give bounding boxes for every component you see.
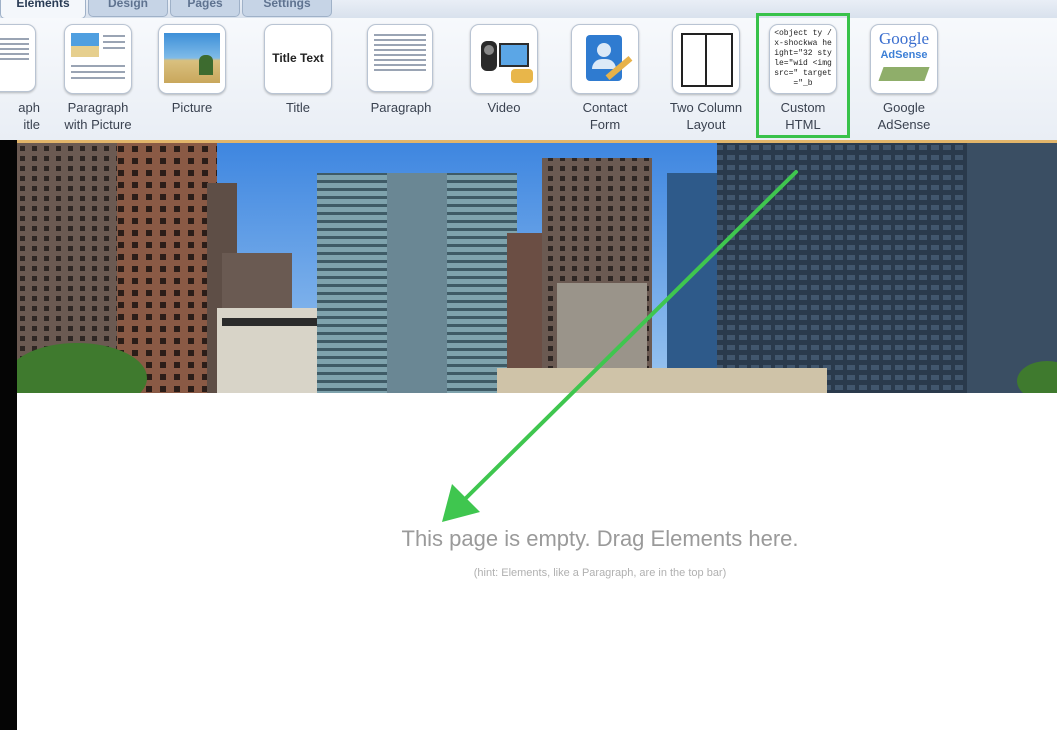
element-title[interactable]: Title Text Title: [250, 24, 346, 138]
left-black-edge: [0, 140, 17, 730]
adsense-thumb-google: Google: [878, 29, 930, 48]
element-label: Paragraph: [370, 100, 432, 115]
header-image: [17, 143, 1057, 393]
element-label: Video: [487, 100, 521, 115]
element-label-2: Form: [589, 117, 621, 132]
element-google-adsense[interactable]: Google AdSense Google AdSense: [856, 24, 952, 138]
tab-design[interactable]: Design: [88, 0, 168, 17]
picture-icon: [158, 24, 226, 94]
tab-bar: Elements Design Pages Settings: [0, 0, 1057, 20]
element-label: aph: [18, 100, 40, 115]
tab-elements[interactable]: Elements: [0, 0, 86, 19]
contact-form-icon: [571, 24, 639, 94]
element-paragraph[interactable]: Paragraph: [353, 24, 449, 138]
element-label-2: itle: [23, 117, 40, 132]
city-skyline-image: [17, 143, 1057, 393]
element-paragraph-with-picture[interactable]: Paragraph with Picture: [50, 24, 146, 138]
element-label: Google: [883, 100, 925, 115]
empty-page-message: This page is empty. Drag Elements here.: [401, 526, 799, 551]
elements-toolbar: aph itle Paragraph with Picture Picture Ti…: [0, 18, 1057, 143]
element-contact-form[interactable]: Contact Form: [557, 24, 653, 138]
element-paragraph-with-title[interactable]: aph itle: [0, 24, 52, 138]
paragraph-with-picture-icon: [64, 24, 132, 94]
element-label: Contact: [582, 100, 628, 115]
element-two-column-layout[interactable]: Two Column Layout: [658, 24, 754, 138]
title-thumb-text: Title Text: [272, 51, 324, 65]
paragraph-with-title-icon: [0, 24, 36, 92]
adsense-thumb-adsense: AdSense: [880, 49, 928, 61]
element-label-2: with Picture: [64, 117, 132, 132]
video-camera-icon: [470, 24, 538, 94]
element-label: Two Column: [669, 100, 743, 115]
element-label: Picture: [171, 100, 213, 115]
element-picture[interactable]: Picture: [144, 24, 240, 138]
google-adsense-icon: Google AdSense: [870, 24, 938, 94]
element-label-2: Layout: [686, 117, 726, 132]
two-column-icon: [672, 24, 740, 94]
element-label: Title: [285, 100, 311, 115]
empty-page-hint: (hint: Elements, like a Paragraph, are i…: [473, 567, 727, 579]
tab-settings[interactable]: Settings: [242, 0, 332, 17]
element-label-2: AdSense: [877, 117, 931, 132]
element-label: Paragraph: [67, 100, 129, 115]
title-icon: Title Text: [264, 24, 332, 94]
paragraph-icon: [367, 24, 433, 92]
custom-html-highlight-box: [756, 13, 850, 138]
tab-pages[interactable]: Pages: [170, 0, 240, 17]
element-video[interactable]: Video: [456, 24, 552, 138]
